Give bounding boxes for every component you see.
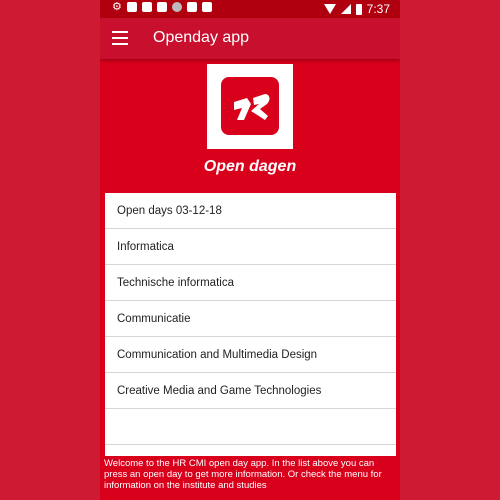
open-days-list: Open days 03-12-18 Informatica Technisch… (105, 193, 396, 456)
status-icons-left: ⚙ (112, 1, 212, 13)
shield-icon (141, 2, 152, 12)
list-item-communicatie[interactable]: Communicatie (105, 301, 396, 337)
sd-card-icon (186, 2, 197, 12)
status-icons-right: 7:37 (323, 2, 390, 16)
list-item-open-days[interactable]: Open days 03-12-18 (105, 193, 396, 229)
gear-icon: ⚙ (112, 1, 122, 13)
wifi-icon (323, 4, 336, 14)
shield-outline-icon (201, 2, 212, 12)
status-bar: ⚙ 7:37 (100, 0, 400, 18)
list-item-empty[interactable] (105, 409, 396, 445)
welcome-text: Welcome to the HR CMI open day app. In t… (104, 458, 382, 491)
battery-icon (355, 3, 362, 15)
status-time: 7:37 (366, 2, 390, 16)
hr-logo-icon (221, 77, 279, 135)
phone-screen: ⚙ 7:37 Openday app Open dagen Open days … (100, 0, 400, 500)
app-title: Openday app (153, 29, 250, 46)
list-item-cmd[interactable]: Communication and Multimedia Design (105, 337, 396, 373)
app-bar: Openday app (100, 18, 400, 59)
circle-icon (171, 2, 182, 12)
list-item-technische-informatica[interactable]: Technische informatica (105, 265, 396, 301)
mail-icon (156, 2, 167, 12)
list-item-informatica[interactable]: Informatica (105, 229, 396, 265)
section-title: Open dagen (203, 158, 297, 175)
logo (207, 64, 293, 149)
hamburger-menu-icon[interactable] (112, 31, 128, 45)
list-item-cmgt[interactable]: Creative Media and Game Technologies (105, 373, 396, 409)
signal-icon (340, 4, 351, 14)
shield-check-icon (126, 2, 137, 12)
